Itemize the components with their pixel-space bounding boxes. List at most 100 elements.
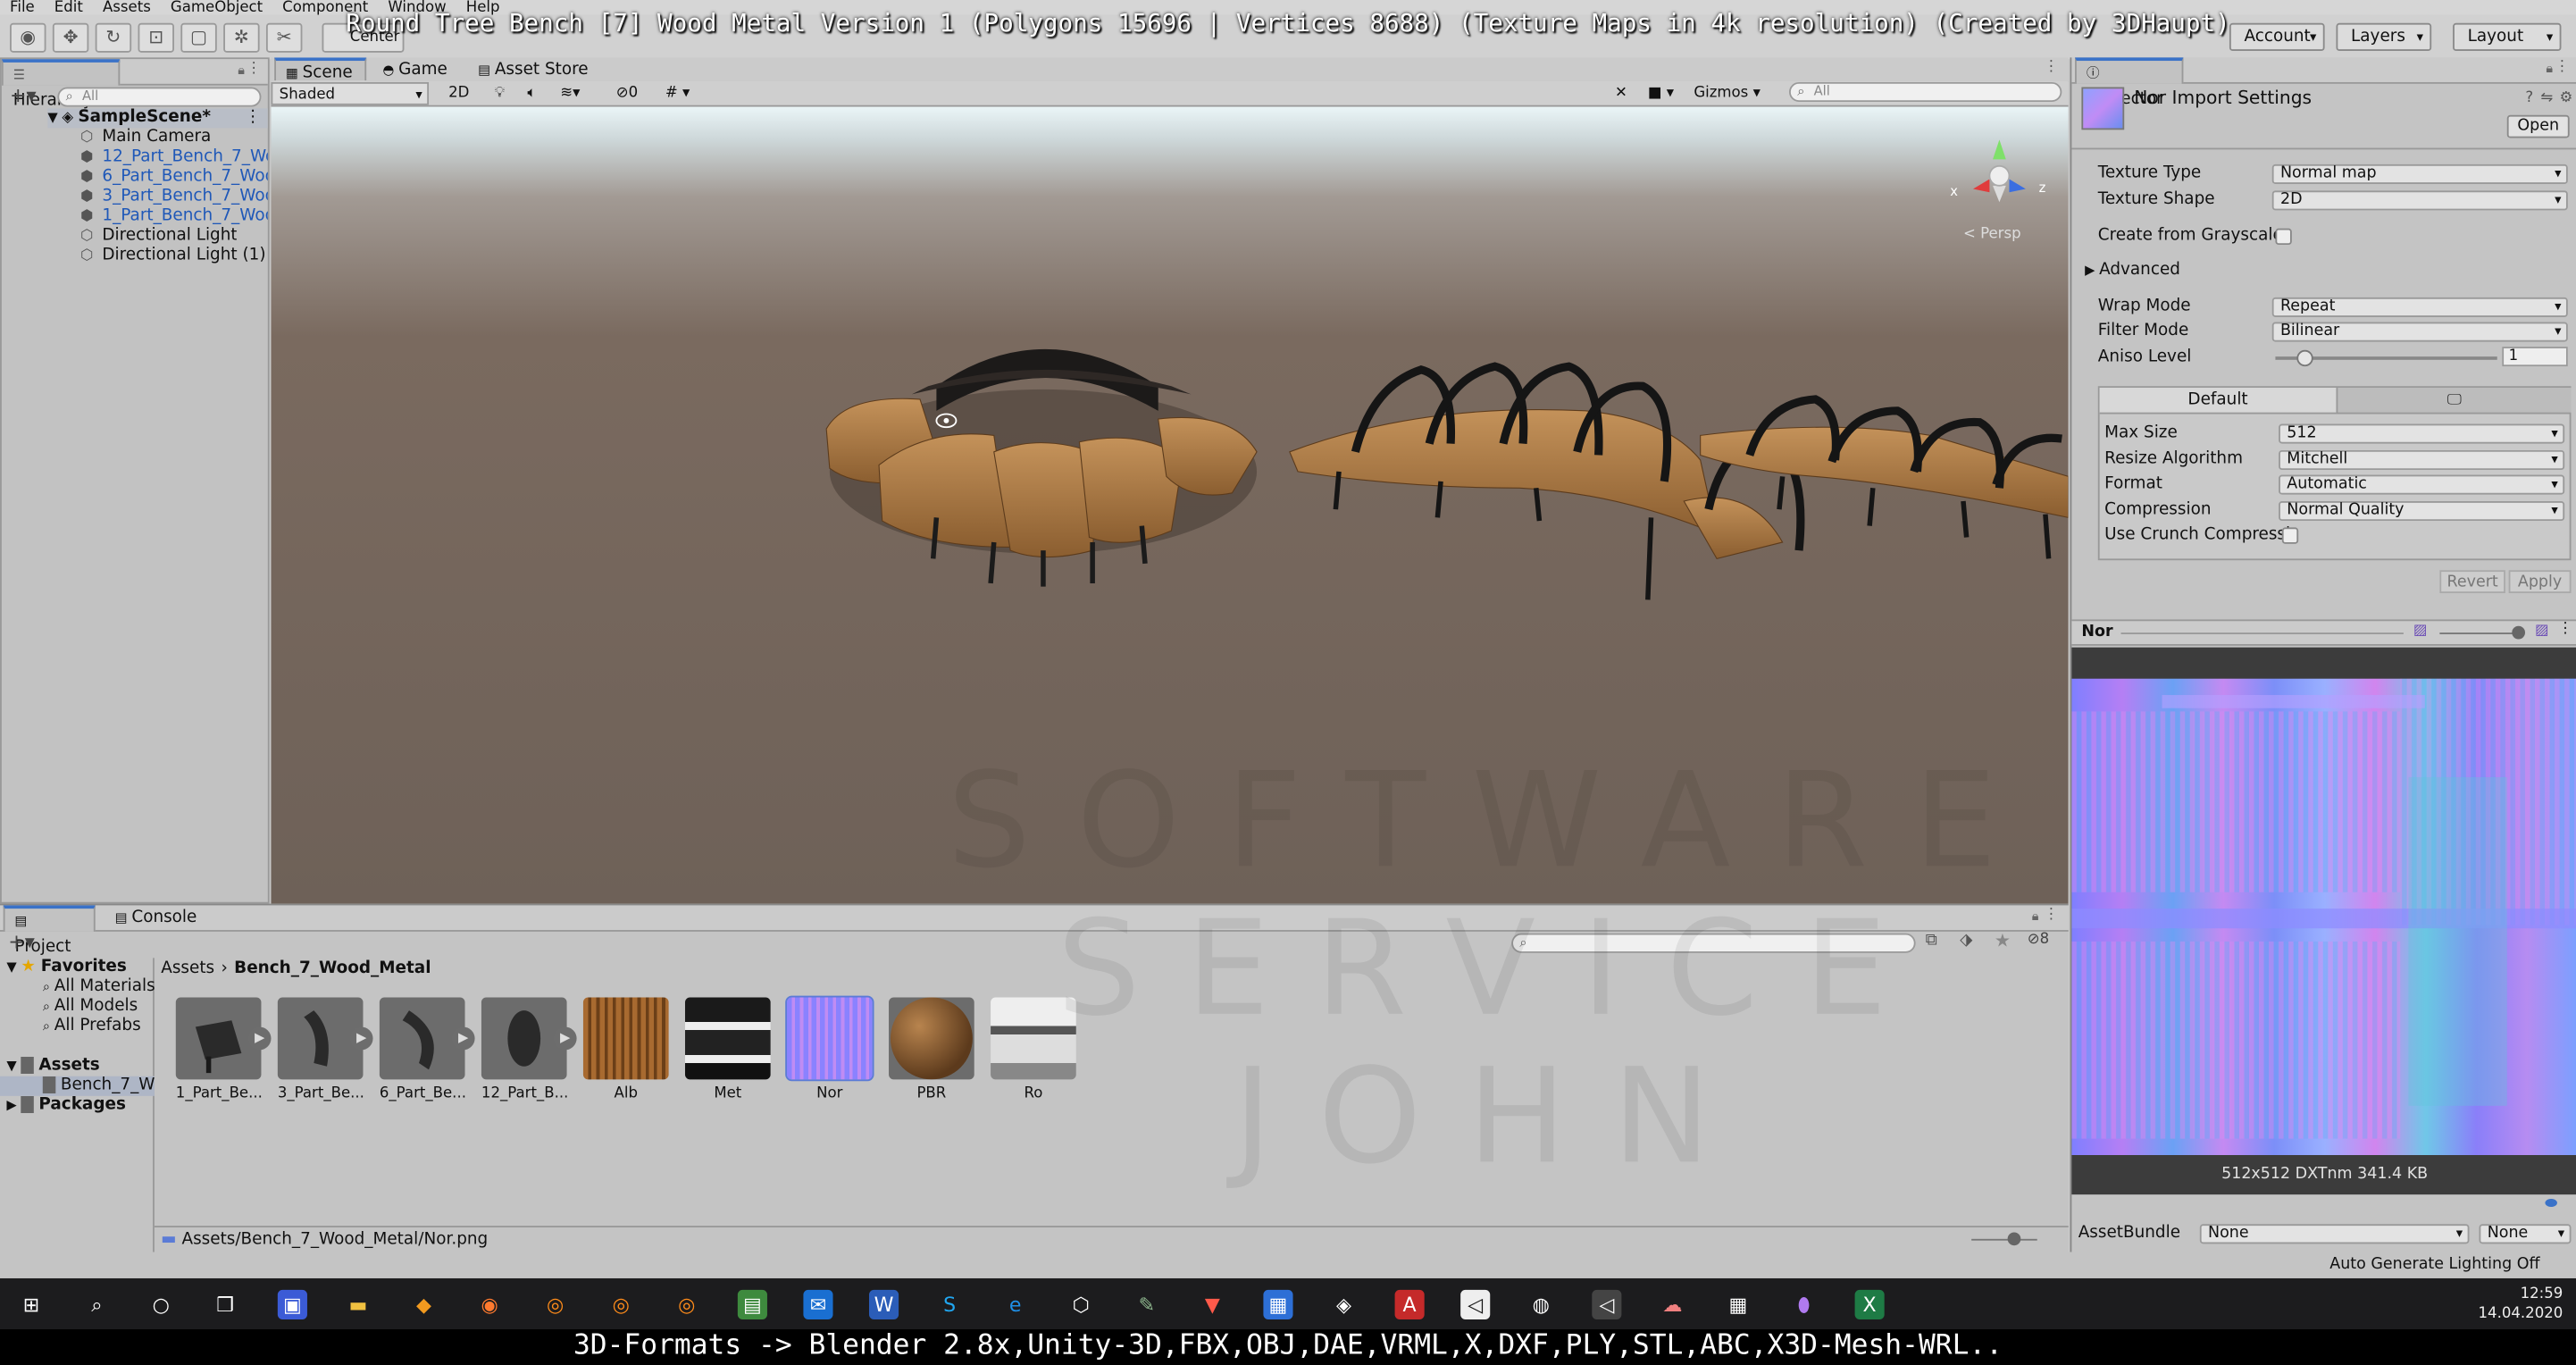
lock-icon[interactable]: 🔒︎ [238, 63, 245, 79]
account-dropdown[interactable]: Account ▾ [2229, 22, 2325, 52]
favorite-item[interactable]: ⌕ All Prefabs [43, 1017, 141, 1037]
hierarchy-item[interactable]: ⬢ 6_Part_Bench_7_Woo [80, 168, 268, 188]
asset-item[interactable]: ▶ 3_Part_Be... [277, 997, 373, 1112]
asset-item[interactable]: Alb [582, 997, 669, 1112]
favorite-item[interactable]: ⌕ All Models [43, 997, 138, 1017]
asset-item[interactable]: Nor [785, 995, 874, 1112]
tab-console[interactable]: ▤ Console [105, 905, 207, 931]
asset-item[interactable]: ▶ 1_Part_Be... [175, 997, 272, 1112]
assetbundle-variant-dropdown[interactable]: None ▾ [2479, 1224, 2572, 1244]
outlook-icon[interactable]: ✉ [803, 1289, 833, 1319]
filter-mode-dropdown[interactable]: Bilinear ▾ [2271, 322, 2568, 342]
file-explorer-icon[interactable]: ▬ [343, 1290, 372, 1319]
camera-dropdown[interactable]: ■ ▾ [1641, 82, 1680, 105]
hidden-packages-toggle[interactable]: ⊘8 [2028, 932, 2049, 948]
rect-tool-button[interactable]: ▢ [180, 22, 217, 53]
format-dropdown[interactable]: Automatic ▾ [2279, 474, 2565, 495]
cortana-icon[interactable]: ○ [146, 1290, 176, 1319]
scene-search-input[interactable]: All [1788, 81, 2062, 103]
channel-icon[interactable]: ▨ [2413, 623, 2428, 639]
hierarchy-item[interactable]: ⬡ Directional Light [80, 227, 237, 247]
effects-dropdown[interactable]: ≋▾ [554, 82, 587, 105]
lighting-toggle[interactable]: 💡︎ [488, 82, 511, 105]
hidden-objects-toggle[interactable]: ⊘0 [609, 82, 644, 105]
play-icon[interactable]: ▶ [553, 1026, 577, 1051]
custom-tool-button[interactable]: ✂ [265, 22, 303, 53]
unity-hub-icon[interactable]: ◈ [1329, 1290, 1359, 1319]
texture-shape-dropdown[interactable]: 2D ▾ [2271, 190, 2568, 211]
menu-edit[interactable]: Edit [54, 0, 83, 15]
play-icon[interactable]: ▶ [349, 1026, 373, 1051]
use-crunch-checkbox[interactable] [2281, 527, 2299, 544]
windows-start-icon[interactable]: ⊞ [16, 1290, 46, 1319]
excel-icon[interactable]: X [1854, 1289, 1885, 1319]
hierarchy-item[interactable]: ⬡ Main Camera [80, 128, 211, 147]
add-icon[interactable]: +▾ [10, 84, 37, 107]
tab-inspector[interactable]: ⓘ Inspector [2075, 57, 2184, 108]
3d-viewer-icon[interactable]: ⬡ [1066, 1290, 1096, 1319]
unity-active-icon[interactable]: ◁ [1592, 1289, 1622, 1319]
asset-item[interactable]: Ro [991, 997, 1076, 1112]
shading-mode-dropdown[interactable]: Shaded ▾ [271, 81, 430, 105]
gizmos-dropdown[interactable]: Gizmos ▾ [1687, 82, 1767, 105]
revert-button[interactable]: Revert [2439, 570, 2505, 593]
obs-icon[interactable]: ◍ [1526, 1290, 1556, 1319]
maps-pin-icon[interactable]: ⬮ [1789, 1290, 1819, 1319]
edge-icon[interactable]: e [1000, 1290, 1030, 1319]
apply-button[interactable]: Apply [2508, 570, 2572, 593]
compression-dropdown[interactable]: Normal Quality ▾ [2279, 500, 2565, 522]
resize-algorithm-dropdown[interactable]: Mitchell ▾ [2279, 449, 2565, 471]
blender-icon[interactable]: ◎ [672, 1290, 701, 1319]
rotate-tool-button[interactable]: ↻ [95, 22, 132, 53]
round-tree-bench-model[interactable] [825, 348, 1258, 587]
texture-type-dropdown[interactable]: Normal map ▾ [2271, 163, 2568, 185]
scene-viewport[interactable]: < Persp x z [271, 106, 2069, 904]
layout-dropdown[interactable]: Layout ▾ [2453, 22, 2562, 52]
menu-file[interactable]: File [10, 0, 35, 15]
2d-toggle[interactable]: 2D [442, 82, 476, 105]
breadcrumb-root[interactable]: Assets [161, 959, 214, 977]
hierarchy-item[interactable]: ⬢ 12_Part_Bench_7_Woo [80, 148, 268, 168]
scene-root-item[interactable]: ▼ ◈ SampleScene* ⋮ [47, 108, 268, 129]
search-icon[interactable]: ⌕ [82, 1290, 112, 1319]
task-view-icon[interactable]: ❒ [210, 1290, 239, 1319]
audio-toggle[interactable]: 🔈︎ [521, 82, 543, 105]
menu-component[interactable]: Component [282, 0, 368, 15]
gear-icon[interactable]: ⚙ [2559, 90, 2572, 106]
move-tool-button[interactable]: ✥ [52, 22, 89, 53]
curved-bench-row-model[interactable] [1289, 362, 1805, 600]
orientation-gizmo[interactable] [1972, 139, 2026, 203]
assets-subfolder[interactable]: ▇ Bench_7_Wo [0, 1076, 155, 1096]
aniso-level-input[interactable]: 1 [2502, 347, 2568, 367]
app-cloud-icon[interactable]: ☁ [1658, 1290, 1687, 1319]
more-icon[interactable]: ⋮ [2044, 907, 2059, 923]
assetbundle-dropdown[interactable]: None ▾ [2199, 1224, 2470, 1244]
max-size-dropdown[interactable]: 512 ▾ [2279, 423, 2565, 444]
persp-label[interactable]: < Persp [1963, 225, 2021, 242]
tab-standalone-platform[interactable]: 🖵︎ [2336, 388, 2572, 415]
menu-assets[interactable]: Assets [103, 0, 151, 15]
presets-icon[interactable]: ⇋ [2540, 90, 2553, 106]
tab-hierarchy[interactable]: ☰ Hierarchy [1, 59, 121, 110]
star-icon[interactable]: ★ [1995, 930, 2011, 951]
vivaldi-icon[interactable]: ▼ [1198, 1290, 1227, 1319]
more-icon[interactable]: ⋮ [247, 61, 262, 77]
breadcrumb-current[interactable]: Bench_7_Wood_Metal [234, 959, 431, 977]
system-clock[interactable]: 12:59 14.04.2020 [2479, 1285, 2563, 1324]
help-icon[interactable]: ? [2525, 90, 2533, 106]
mip-slider[interactable] [2120, 632, 2404, 634]
hierarchy-item[interactable]: ⬢ 3_Part_Bench_7_Woo [80, 188, 268, 207]
packages-folder[interactable]: ▶ ▇ Packages [6, 1096, 126, 1116]
more-icon[interactable]: ⋮ [2558, 621, 2573, 637]
favorite-item[interactable]: ⌕ All Materials [43, 977, 155, 997]
word-icon[interactable]: W [868, 1289, 899, 1319]
app-flame-icon[interactable]: ◆ [409, 1290, 439, 1319]
hand-tool-button[interactable]: ◉ [10, 22, 46, 53]
alpha-icon[interactable]: ▨ [2535, 623, 2549, 639]
grid-dropdown[interactable]: # ▾ [659, 82, 697, 105]
menu-window[interactable]: Window [388, 0, 446, 15]
tab-project[interactable]: ▤ Project [3, 905, 96, 956]
blender-icon[interactable]: ◎ [540, 1290, 570, 1319]
wrap-mode-dropdown[interactable]: Repeat ▾ [2271, 297, 2568, 317]
add-icon[interactable]: +▾ [8, 930, 35, 953]
